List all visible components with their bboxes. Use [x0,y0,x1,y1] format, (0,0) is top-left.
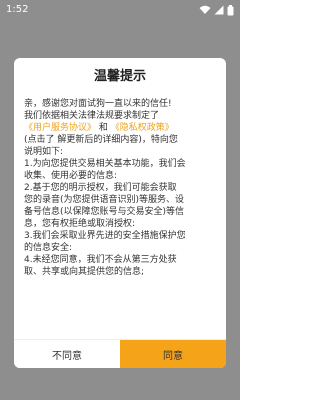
intro-line: 我们依据相关法律法规要求制定了 [24,111,160,121]
list-item: 4.未经您同意，我们不会从第三方处获 取、共享或向其提供您的信息; [24,254,219,278]
list-item-line: 2.基于您的明示授权，我们可能会获取 [24,183,177,193]
list-item-line: 取、共享或向其提供您的信息; [24,267,145,277]
list-item: 2.基于您的明示授权，我们可能会获取 您的录音(为您提供语音识别)等服务、设 备… [24,182,219,230]
user-agreement-link[interactable]: 《用户服务协议》 [24,123,96,133]
status-bar: 1:52 [0,0,240,20]
list-item-line: 3.我们会采取业界先进的安全措施保护您 [24,231,186,241]
dialog-footer: 不同意 同意 [14,339,226,368]
dialog-body: 亲，感谢您对面试狗一直以来的信任! 我们依据相关法律法规要求制定了 《用户服务协… [24,98,219,278]
intro-line: 亲，感谢您对面试狗一直以来的信任! [24,99,172,109]
wifi-icon [199,5,211,14]
battery-icon [227,4,234,15]
agreement-links-line: 《用户服务协议》 和 《隐私权政策》 [24,122,219,134]
privacy-dialog: 温馨提示 亲，感谢您对面试狗一直以来的信任! 我们依据相关法律法规要求制定了 《… [14,58,226,368]
intro-paragraph: 亲，感谢您对面试狗一直以来的信任! 我们依据相关法律法规要求制定了 《用户服务协… [24,98,219,158]
dialog-title: 温馨提示 [93,69,146,84]
list-item-line: 收集、使用必要的信息: [24,171,118,181]
list-item-line: 4.未经您同意，我们不会从第三方处获 [24,255,177,265]
list-item: 1.为向您提供交易相关基本功能，我们会 收集、使用必要的信息: [24,158,219,182]
intro-line: (点击了 解更新后的详细内容)，特向您 [24,135,178,145]
decline-button[interactable]: 不同意 [14,340,120,368]
list-item-line: 的信息安全: [24,243,73,253]
conjunction-text: 和 [98,123,108,133]
privacy-policy-link[interactable]: 《隐私权政策》 [111,123,174,133]
list-item-line: 息，您有权拒绝或取消授权: [24,219,136,229]
status-icons [199,4,234,16]
list-item-line: 您的录音(为您提供语音识别)等服务、设 [24,195,185,205]
intro-line: 说明如下: [24,147,64,157]
list-item-line: 1.为向您提供交易相关基本功能，我们会 [24,159,186,169]
status-time: 1:52 [6,4,29,15]
agree-button[interactable]: 同意 [120,340,226,368]
list-item-line: 备号信息(以保障您账号与交易安全)等信 [24,207,185,217]
signal-icon [214,5,224,15]
list-item: 3.我们会采取业界先进的安全措施保护您 的信息安全: [24,230,219,254]
